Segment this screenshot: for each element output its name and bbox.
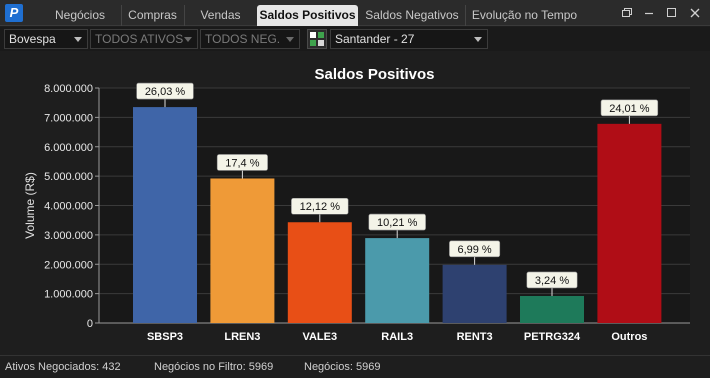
- chevron-down-icon: [184, 37, 192, 42]
- bar-chart: Saldos Positivos Volume (R$) 0 1.000.000 2.0…: [23, 66, 690, 343]
- close-icon[interactable]: [686, 5, 704, 21]
- bar: [365, 238, 430, 323]
- data-label: 12,12 %: [300, 201, 341, 213]
- minimize-icon[interactable]: [640, 5, 658, 21]
- y-tick-label: 8.000.000: [44, 83, 93, 95]
- bar: [442, 264, 507, 323]
- x-tick-label: RAIL3: [381, 331, 413, 343]
- exchange-select-value: Bovespa: [9, 32, 56, 46]
- restore-window-icon[interactable]: [618, 5, 636, 21]
- y-tick-label: 7.000.000: [44, 112, 93, 124]
- tab-vendas[interactable]: Vendas: [184, 5, 256, 26]
- data-label: 17,4 %: [225, 157, 259, 169]
- title-bar: P Negócios Compras Vendas Saldos Positiv…: [0, 0, 710, 26]
- y-tick-label: 5.000.000: [44, 171, 93, 183]
- y-tick-label: 2.000.000: [44, 259, 93, 271]
- filtered-trades-count: Negócios no Filtro: 5969: [154, 361, 274, 373]
- data-label: 6,99 %: [457, 244, 491, 256]
- data-label: 24,01 %: [609, 103, 650, 115]
- y-tick-label: 1.000.000: [44, 289, 93, 301]
- x-tick-label: SBSP3: [147, 331, 183, 343]
- assets-traded-count: Ativos Negociados: 432: [5, 361, 121, 373]
- data-label: 10,21 %: [377, 217, 418, 229]
- tab-saldos-negativos[interactable]: Saldos Negativos: [360, 5, 464, 26]
- x-tick-label: LREN3: [224, 331, 260, 343]
- bar: [210, 178, 275, 323]
- data-label: 3,24 %: [535, 275, 569, 287]
- chart-title: Saldos Positivos: [314, 66, 434, 83]
- chevron-down-icon: [286, 37, 294, 42]
- assets-select[interactable]: TODOS ATIVOS: [90, 29, 198, 49]
- assets-select-value: TODOS ATIVOS: [95, 32, 184, 46]
- tab-saldos-positivos[interactable]: Saldos Positivos: [257, 5, 358, 26]
- trades-count: Negócios: 5969: [304, 361, 381, 373]
- grid-layout-icon[interactable]: [307, 29, 327, 49]
- status-bar: Ativos Negociados: 432 Negócios no Filtr…: [0, 355, 710, 378]
- chevron-down-icon: [74, 37, 82, 42]
- maximize-icon[interactable]: [662, 5, 680, 21]
- bar: [287, 222, 352, 323]
- y-tick-label: 4.000.000: [44, 201, 93, 213]
- tab-compras[interactable]: Compras: [121, 5, 183, 26]
- bar: [520, 295, 584, 323]
- tab-evolucao-no-tempo[interactable]: Evolução no Tempo: [465, 5, 583, 26]
- broker-select-value: Santander - 27: [335, 32, 415, 46]
- x-tick-label: VALE3: [302, 331, 337, 343]
- broker-select[interactable]: Santander - 27: [330, 29, 488, 49]
- trades-select-value: TODOS NEG.: [205, 32, 281, 46]
- bar: [133, 107, 197, 323]
- y-tick-label: 6.000.000: [44, 142, 93, 154]
- x-tick-label: Outros: [611, 331, 647, 343]
- data-label: 26,03 %: [145, 86, 186, 98]
- exchange-select[interactable]: Bovespa: [4, 29, 88, 49]
- chart-panel: Saldos Positivos Volume (R$) 0 1.000.000 2.0…: [4, 53, 706, 351]
- chevron-down-icon: [474, 37, 482, 42]
- x-tick-label: PETRG324: [524, 331, 581, 343]
- tab-negocios[interactable]: Negócios: [40, 5, 120, 26]
- y-tick-label: 0: [87, 318, 93, 330]
- trades-select[interactable]: TODOS NEG.: [200, 29, 300, 49]
- y-axis-label: Volume (R$): [23, 172, 37, 239]
- y-tick-label: 3.000.000: [44, 230, 93, 242]
- x-tick-label: RENT3: [457, 331, 493, 343]
- app-logo-icon: P: [5, 4, 23, 22]
- bar: [597, 123, 662, 324]
